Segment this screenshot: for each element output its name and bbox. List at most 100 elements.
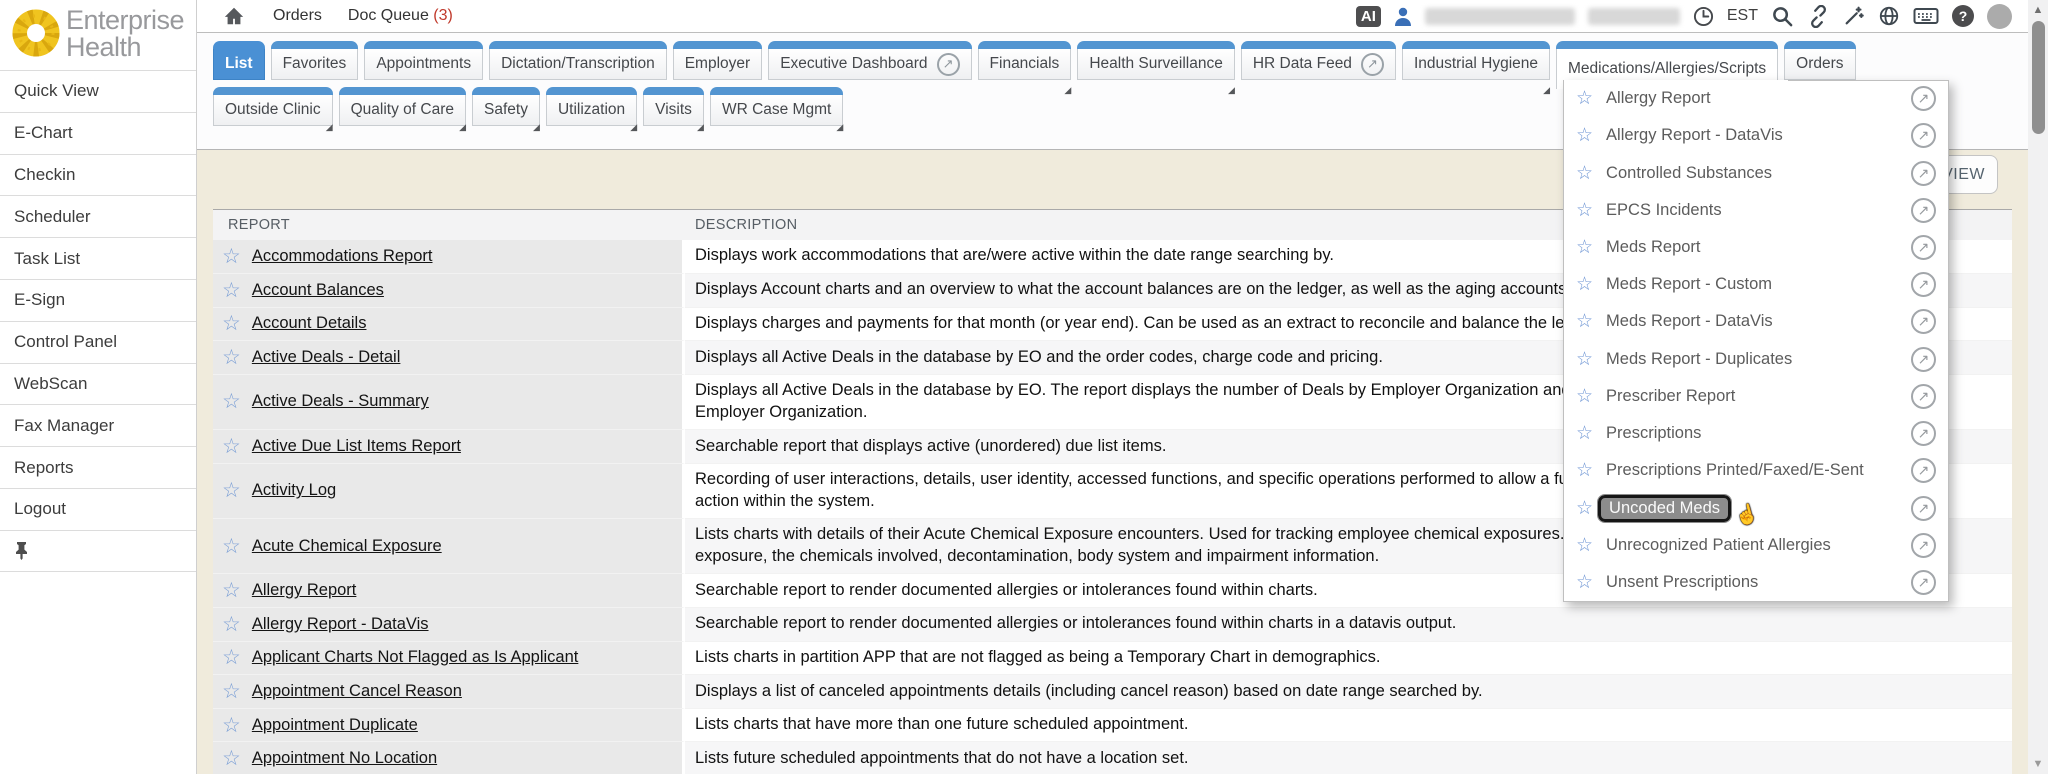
tab[interactable]: Industrial Hygiene ◢ xyxy=(1402,41,1550,89)
sidebar-item[interactable]: Quick View xyxy=(0,70,196,112)
dropdown-item[interactable]: ☆ Meds Report - DataVis ☝ ↗ xyxy=(1564,303,1948,340)
dropdown-item-label[interactable]: Controlled Substances xyxy=(1606,164,1772,183)
report-link[interactable]: Appointment Duplicate xyxy=(252,716,418,735)
dropdown-item-label[interactable]: Unsent Prescriptions xyxy=(1606,573,1758,592)
sidebar-item[interactable]: Control Panel xyxy=(0,321,196,363)
external-link-icon[interactable]: ↗ xyxy=(1911,384,1936,409)
tab[interactable]: List ◢ xyxy=(213,41,265,89)
sidebar-item[interactable]: Checkin xyxy=(0,154,196,196)
external-link-icon[interactable]: ↗ xyxy=(937,53,960,76)
external-link-icon[interactable]: ↗ xyxy=(1911,86,1936,111)
breadcrumb-orders[interactable]: Orders xyxy=(273,7,322,25)
dropdown-item-label[interactable]: Uncoded Meds xyxy=(1598,495,1731,522)
sidebar-item[interactable]: Fax Manager xyxy=(0,404,196,446)
globe-icon[interactable] xyxy=(1878,5,1900,27)
favorite-star-icon[interactable]: ☆ xyxy=(1576,536,1593,555)
tab[interactable]: Safety ◢ xyxy=(472,87,540,126)
favorite-star-icon[interactable]: ☆ xyxy=(222,681,241,702)
report-link[interactable]: Active Due List Items Report xyxy=(252,437,461,456)
tab[interactable]: Financials ◢ xyxy=(978,41,1072,89)
favorite-star-icon[interactable]: ☆ xyxy=(222,391,241,412)
tab[interactable]: Favorites ◢ xyxy=(271,41,359,89)
favorite-star-icon[interactable]: ☆ xyxy=(1576,201,1593,220)
dropdown-item[interactable]: ☆ EPCS Incidents ☝ ↗ xyxy=(1564,192,1948,229)
wand-icon[interactable] xyxy=(1843,5,1865,27)
page-scrollbar[interactable]: ▲ ▼ xyxy=(2028,0,2048,774)
dropdown-item[interactable]: ☆ Uncoded Meds ☝ ↗ xyxy=(1564,489,1948,526)
tab[interactable]: WR Case Mgmt ◢ xyxy=(710,87,843,126)
report-link[interactable]: Account Details xyxy=(252,314,367,333)
sidebar-item[interactable]: Reports xyxy=(0,446,196,488)
dropdown-item-label[interactable]: Allergy Report - DataVis xyxy=(1606,126,1783,145)
favorite-star-icon[interactable]: ☆ xyxy=(1576,275,1593,294)
username-redacted[interactable] xyxy=(1425,8,1575,25)
report-link[interactable]: Allergy Report xyxy=(252,581,357,600)
tab[interactable]: Executive Dashboard ↗ ◢ xyxy=(768,41,971,89)
dropdown-item-label[interactable]: Prescriber Report xyxy=(1606,387,1735,406)
favorite-star-icon[interactable]: ☆ xyxy=(1576,126,1593,145)
report-link[interactable]: Appointment Cancel Reason xyxy=(252,682,462,701)
sidebar-item[interactable]: Task List xyxy=(0,237,196,279)
external-link-icon[interactable]: ↗ xyxy=(1911,496,1936,521)
favorite-star-icon[interactable]: ☆ xyxy=(222,436,241,457)
external-link-icon[interactable]: ↗ xyxy=(1911,347,1936,372)
breadcrumb-doc-queue[interactable]: Doc Queue (3) xyxy=(348,7,453,25)
tab[interactable]: Visits ◢ xyxy=(643,87,704,126)
search-icon[interactable] xyxy=(1771,5,1794,28)
favorite-star-icon[interactable]: ☆ xyxy=(1576,387,1593,406)
report-link[interactable]: Acute Chemical Exposure xyxy=(252,537,442,556)
favorite-star-icon[interactable]: ☆ xyxy=(1576,350,1593,369)
dropdown-item-label[interactable]: Unrecognized Patient Allergies xyxy=(1606,536,1831,555)
dropdown-item-label[interactable]: Prescriptions Printed/Faxed/E-Sent xyxy=(1606,461,1864,480)
external-link-icon[interactable]: ↗ xyxy=(1911,421,1936,446)
favorite-star-icon[interactable]: ☆ xyxy=(222,580,241,601)
dropdown-item[interactable]: ☆ Meds Report - Custom ☝ ↗ xyxy=(1564,266,1948,303)
pin-icon[interactable] xyxy=(15,541,28,560)
dropdown-item[interactable]: ☆ Allergy Report - DataVis ☝ ↗ xyxy=(1564,117,1948,154)
external-link-icon[interactable]: ↗ xyxy=(1911,161,1936,186)
dropdown-item-label[interactable]: Meds Report xyxy=(1606,238,1700,257)
user-icon[interactable] xyxy=(1394,7,1412,26)
report-link[interactable]: Active Deals - Detail xyxy=(252,348,401,367)
favorite-star-icon[interactable]: ☆ xyxy=(222,614,241,635)
dropdown-item[interactable]: ☆ Prescriptions ☝ ↗ xyxy=(1564,415,1948,452)
favorite-star-icon[interactable]: ☆ xyxy=(222,313,241,334)
help-icon[interactable]: ? xyxy=(1952,5,1974,27)
link-icon[interactable] xyxy=(1807,5,1830,28)
tab[interactable]: Outside Clinic ◢ xyxy=(213,87,333,126)
tab[interactable]: HR Data Feed ↗ ◢ xyxy=(1241,41,1396,89)
favorite-star-icon[interactable]: ☆ xyxy=(222,280,241,301)
report-link[interactable]: Allergy Report - DataVis xyxy=(252,615,429,634)
favorite-star-icon[interactable]: ☆ xyxy=(1576,424,1593,443)
keyboard-icon[interactable] xyxy=(1913,6,1939,26)
dropdown-item-label[interactable]: Allergy Report xyxy=(1606,89,1711,108)
favorite-star-icon[interactable]: ☆ xyxy=(222,536,241,557)
report-link[interactable]: Accommodations Report xyxy=(252,247,433,266)
report-link[interactable]: Activity Log xyxy=(252,481,336,500)
sidebar-item[interactable]: Scheduler xyxy=(0,195,196,237)
ai-assistant-button[interactable]: AI xyxy=(1356,6,1381,27)
favorite-star-icon[interactable]: ☆ xyxy=(1576,573,1593,592)
favorite-star-icon[interactable]: ☆ xyxy=(222,647,241,668)
tab[interactable]: Quality of Care ◢ xyxy=(339,87,466,126)
dropdown-item-label[interactable]: Prescriptions xyxy=(1606,424,1701,443)
external-link-icon[interactable]: ↗ xyxy=(1911,198,1936,223)
dropdown-item-label[interactable]: Meds Report - Duplicates xyxy=(1606,350,1792,369)
dropdown-item[interactable]: ☆ Unrecognized Patient Allergies ☝ ↗ xyxy=(1564,527,1948,564)
favorite-star-icon[interactable]: ☆ xyxy=(222,480,241,501)
tab[interactable]: Health Surveillance ◢ xyxy=(1077,41,1235,89)
favorite-star-icon[interactable]: ☆ xyxy=(222,715,241,736)
dropdown-item[interactable]: ☆ Prescriber Report ☝ ↗ xyxy=(1564,378,1948,415)
report-link[interactable]: Appointment No Location xyxy=(252,749,437,768)
favorite-star-icon[interactable]: ☆ xyxy=(222,246,241,267)
external-link-icon[interactable]: ↗ xyxy=(1911,235,1936,260)
favorite-star-icon[interactable]: ☆ xyxy=(222,347,241,368)
tab[interactable]: Utilization ◢ xyxy=(546,87,637,126)
sidebar-item[interactable]: E-Sign xyxy=(0,279,196,321)
report-column-header[interactable]: REPORT xyxy=(213,217,685,233)
sidebar-item[interactable]: Logout xyxy=(0,488,196,530)
external-link-icon[interactable]: ↗ xyxy=(1911,570,1936,595)
dropdown-item-label[interactable]: EPCS Incidents xyxy=(1606,201,1722,220)
report-link[interactable]: Active Deals - Summary xyxy=(252,392,429,411)
dropdown-item[interactable]: ☆ Controlled Substances ☝ ↗ xyxy=(1564,154,1948,191)
